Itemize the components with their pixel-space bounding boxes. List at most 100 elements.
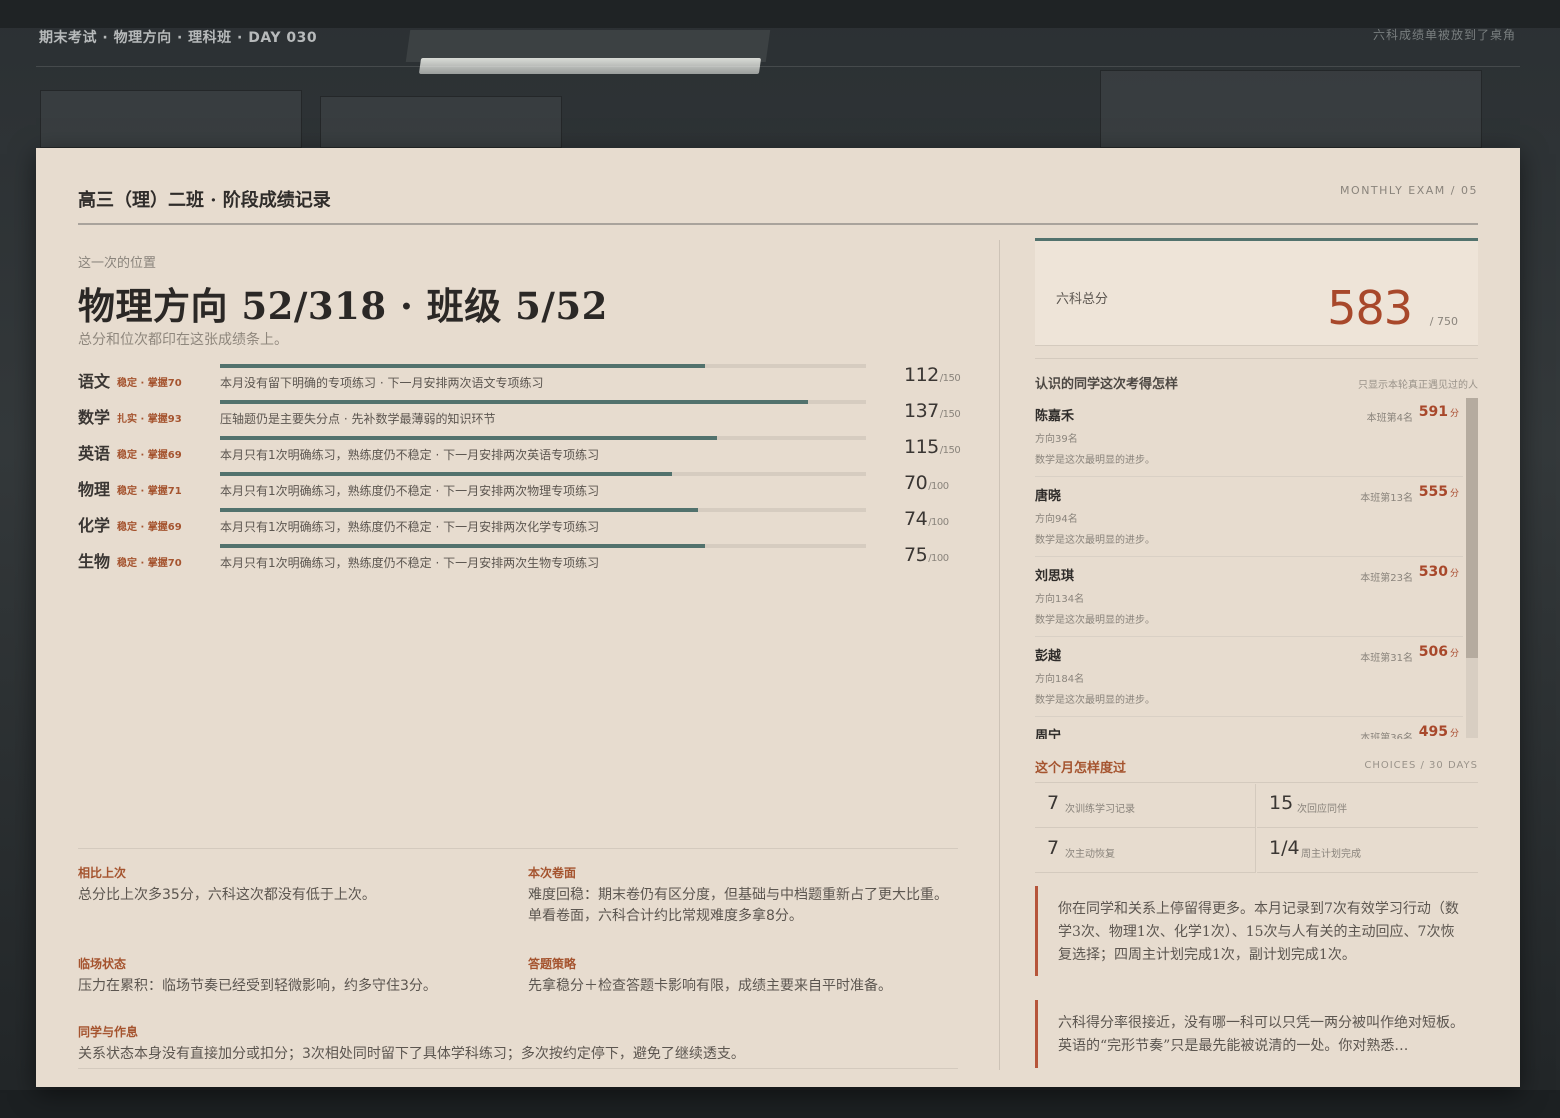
classmate-rank: 本班第36名 bbox=[1360, 733, 1413, 739]
classmate-comment: 数学是这次最明显的进步。 bbox=[1035, 615, 1155, 626]
month-stats: 7 次训练学习记录 15 次回应同伴 7 次主动恢复 1/4 周主计划完成 bbox=[1035, 784, 1478, 873]
breadcrumb: 期末考试 · 物理方向 · 理科班 · DAY 030 bbox=[39, 27, 317, 47]
subject-list: 语文 稳定 · 掌握70 本月没有留下明确的专项练习 · 下一月安排两次语文专项… bbox=[78, 364, 961, 580]
classmate-score-value: 495 bbox=[1418, 724, 1448, 739]
mastery-bar bbox=[220, 544, 866, 548]
notes-bottom-divider bbox=[78, 1068, 958, 1069]
score-max: /150 bbox=[939, 445, 961, 456]
subject-note: 本月只有1次明确练习，熟练度仍不稳定 · 下一月安排两次物理专项练习 bbox=[220, 484, 600, 498]
total-max: / 750 bbox=[1429, 315, 1458, 328]
note-rest: 同学与作息 关系状态本身没有直接加分或扣分；3次相处同时留下了具体学科练习；多次… bbox=[78, 1025, 958, 1065]
classmate-name: 陈嘉禾 bbox=[1035, 409, 1075, 424]
classmate-name: 周宁 bbox=[1035, 729, 1062, 739]
subject-tag: 稳定 · 掌握69 bbox=[117, 450, 182, 461]
note-title: 答题策略 bbox=[528, 957, 577, 971]
subject-note: 本月只有1次明确练习，熟练度仍不稳定 · 下一月安排两次生物专项练习 bbox=[220, 556, 600, 570]
classmate-score-value: 555 bbox=[1418, 484, 1448, 500]
subject-row: 数学 扎实 · 掌握93 压轴题仍是主要失分点 · 先补数学最薄弱的知识环节 1… bbox=[78, 400, 961, 436]
stat-label: 次回应同伴 bbox=[1297, 804, 1347, 815]
mastery-bar bbox=[220, 364, 866, 368]
classmate-item: 陈嘉禾 本班第4名 591 分 方向39名 数学是这次最明显的进步。 bbox=[1035, 397, 1463, 477]
subject-tag: 稳定 · 掌握70 bbox=[117, 558, 182, 569]
month-title: 这个月怎样度过 bbox=[1035, 761, 1127, 776]
position-headline: 物理方向 52/318 · 班级 5/52 bbox=[78, 284, 608, 328]
mastery-bar bbox=[220, 436, 866, 440]
classmate-score: 591 分 bbox=[1419, 404, 1459, 420]
classmates-title: 认识的同学这次考得怎样 bbox=[1035, 377, 1179, 392]
classmate-rank: 本班第4名 bbox=[1366, 413, 1413, 424]
summary-quote: 六科得分率很接近，没有哪一科可以只凭一两分被叫作绝对短板。英语的“完形节奏”只是… bbox=[1035, 1000, 1478, 1068]
score-max: /150 bbox=[939, 409, 961, 420]
subject-row: 生物 稳定 · 掌握70 本月只有1次明确练习，熟练度仍不稳定 · 下一月安排两… bbox=[78, 544, 958, 580]
score-value: 75 bbox=[904, 544, 928, 566]
stat-cell: 7 次训练学习记录 bbox=[1035, 784, 1256, 828]
mastery-bar bbox=[220, 508, 866, 512]
report-card: 高三（理）二班 · 阶段成绩记录 MONTHLY EXAM / 05 这一次的位… bbox=[36, 148, 1520, 1087]
classmate-rank: 本班第31名 bbox=[1360, 653, 1413, 664]
window-pane bbox=[320, 96, 562, 148]
subject-row: 化学 稳定 · 掌握69 本月只有1次明确练习，熟练度仍不稳定 · 下一月安排两… bbox=[78, 508, 958, 544]
stat-label: 次训练学习记录 bbox=[1065, 804, 1135, 815]
classmate-item: 彭越 本班第31名 506 分 方向184名 数学是这次最明显的进步。 bbox=[1035, 637, 1463, 717]
subject-score: 75/100 bbox=[904, 544, 949, 566]
subject-score: 115/150 bbox=[904, 436, 961, 458]
classmate-score-unit: 分 bbox=[1449, 489, 1459, 499]
score-max: /100 bbox=[928, 481, 949, 492]
subject-tag: 稳定 · 掌握71 bbox=[117, 486, 182, 497]
subject-score: 74/100 bbox=[904, 508, 949, 530]
scrollbar-thumb[interactable] bbox=[1466, 398, 1478, 658]
classmate-score: 495 分 bbox=[1419, 724, 1459, 739]
score-value: 74 bbox=[904, 508, 928, 530]
mastery-bar-fill bbox=[220, 508, 699, 512]
score-value: 137 bbox=[904, 400, 939, 422]
score-max: /100 bbox=[928, 517, 949, 528]
score-max: /100 bbox=[928, 553, 949, 564]
scene-note: 六科成绩单被放到了桌角 bbox=[1372, 28, 1516, 42]
subject-row: 语文 稳定 · 掌握70 本月没有留下明确的专项练习 · 下一月安排两次语文专项… bbox=[78, 364, 961, 400]
subject-note: 本月只有1次明确练习，熟练度仍不稳定 · 下一月安排两次英语专项练习 bbox=[220, 448, 600, 462]
note-paper: 本次卷面 难度回稳：期末卷仍有区分度，但基础与中档题重新占了更大比重。 单看卷面… bbox=[528, 866, 948, 927]
classmate-score-value: 506 bbox=[1418, 644, 1448, 660]
subject-name: 英语 bbox=[78, 444, 111, 463]
classmate-comment: 数学是这次最明显的进步。 bbox=[1035, 695, 1155, 706]
classmate-rank: 本班第23名 bbox=[1360, 573, 1413, 584]
stat-cell: 15 次回应同伴 bbox=[1257, 784, 1478, 828]
top-bar: 期末考试 · 物理方向 · 理科班 · DAY 030 六科成绩单被放到了桌角 bbox=[36, 0, 1520, 67]
stat-number: 7 bbox=[1047, 837, 1060, 859]
classmate-score-value: 530 bbox=[1418, 564, 1448, 580]
classmate-score: 555 分 bbox=[1419, 484, 1459, 500]
position-caption: 这一次的位置 bbox=[78, 256, 157, 271]
classmate-score-unit: 分 bbox=[1449, 569, 1459, 579]
window-pane bbox=[1100, 70, 1482, 148]
subject-note: 本月没有留下明确的专项练习 · 下一月安排两次语文专项练习 bbox=[220, 376, 544, 390]
classmate-name: 刘思琪 bbox=[1035, 569, 1075, 584]
classmate-score-unit: 分 bbox=[1449, 649, 1459, 659]
desk-edge bbox=[0, 1090, 1560, 1118]
note-title: 同学与作息 bbox=[78, 1025, 139, 1039]
note-text: 先拿稳分＋检查答题卡影响有限，成绩主要来自平时准备。 bbox=[528, 978, 892, 994]
classmate-name: 彭越 bbox=[1035, 649, 1062, 664]
position-subtext: 总分和位次都印在这张成绩条上。 bbox=[78, 332, 288, 348]
classmate-comment: 数学是这次最明显的进步。 bbox=[1035, 455, 1155, 466]
subject-score: 137/150 bbox=[904, 400, 961, 422]
report-header: 高三（理）二班 · 阶段成绩记录 MONTHLY EXAM / 05 bbox=[78, 148, 1478, 225]
classmate-item: 唐晓 本班第13名 555 分 方向94名 数学是这次最明显的进步。 bbox=[1035, 477, 1463, 557]
classmates-list[interactable]: 陈嘉禾 本班第4名 591 分 方向39名 数学是这次最明显的进步。 唐晓 本班第… bbox=[1035, 397, 1478, 739]
classmate-rank: 本班第13名 bbox=[1360, 493, 1413, 504]
note-text: 关系状态本身没有直接加分或扣分；3次相处同时留下了具体学科练习；多次按约定停下，… bbox=[78, 1046, 745, 1062]
month-code: CHOICES / 30 DAYS bbox=[1364, 760, 1478, 771]
report-code: MONTHLY EXAM / 05 bbox=[1340, 184, 1478, 197]
breadcrumb-track: 物理方向 bbox=[113, 30, 172, 46]
subject-tag: 稳定 · 掌握70 bbox=[117, 378, 182, 389]
stat-number: 1/4 bbox=[1269, 837, 1300, 859]
note-text: 难度回稳：期末卷仍有区分度，但基础与中档题重新占了更大比重。 单看卷面，六科合计… bbox=[528, 887, 948, 924]
column-divider bbox=[999, 240, 1000, 1070]
classmates-scrollbar[interactable] bbox=[1466, 398, 1478, 738]
mastery-bar-fill bbox=[220, 472, 673, 476]
classmates-hint: 只显示本轮真正遇见过的人 bbox=[1358, 380, 1478, 391]
summary-quote: 你在同学和关系上停留得更多。本月记录到7次有效学习行动（数学3次、物理1次、化学… bbox=[1035, 886, 1478, 976]
subject-score: 70/100 bbox=[904, 472, 949, 494]
stat-number: 15 bbox=[1269, 792, 1294, 814]
total-label: 六科总分 bbox=[1056, 292, 1109, 307]
classmate-direction-rank: 方向184名 bbox=[1035, 674, 1085, 685]
